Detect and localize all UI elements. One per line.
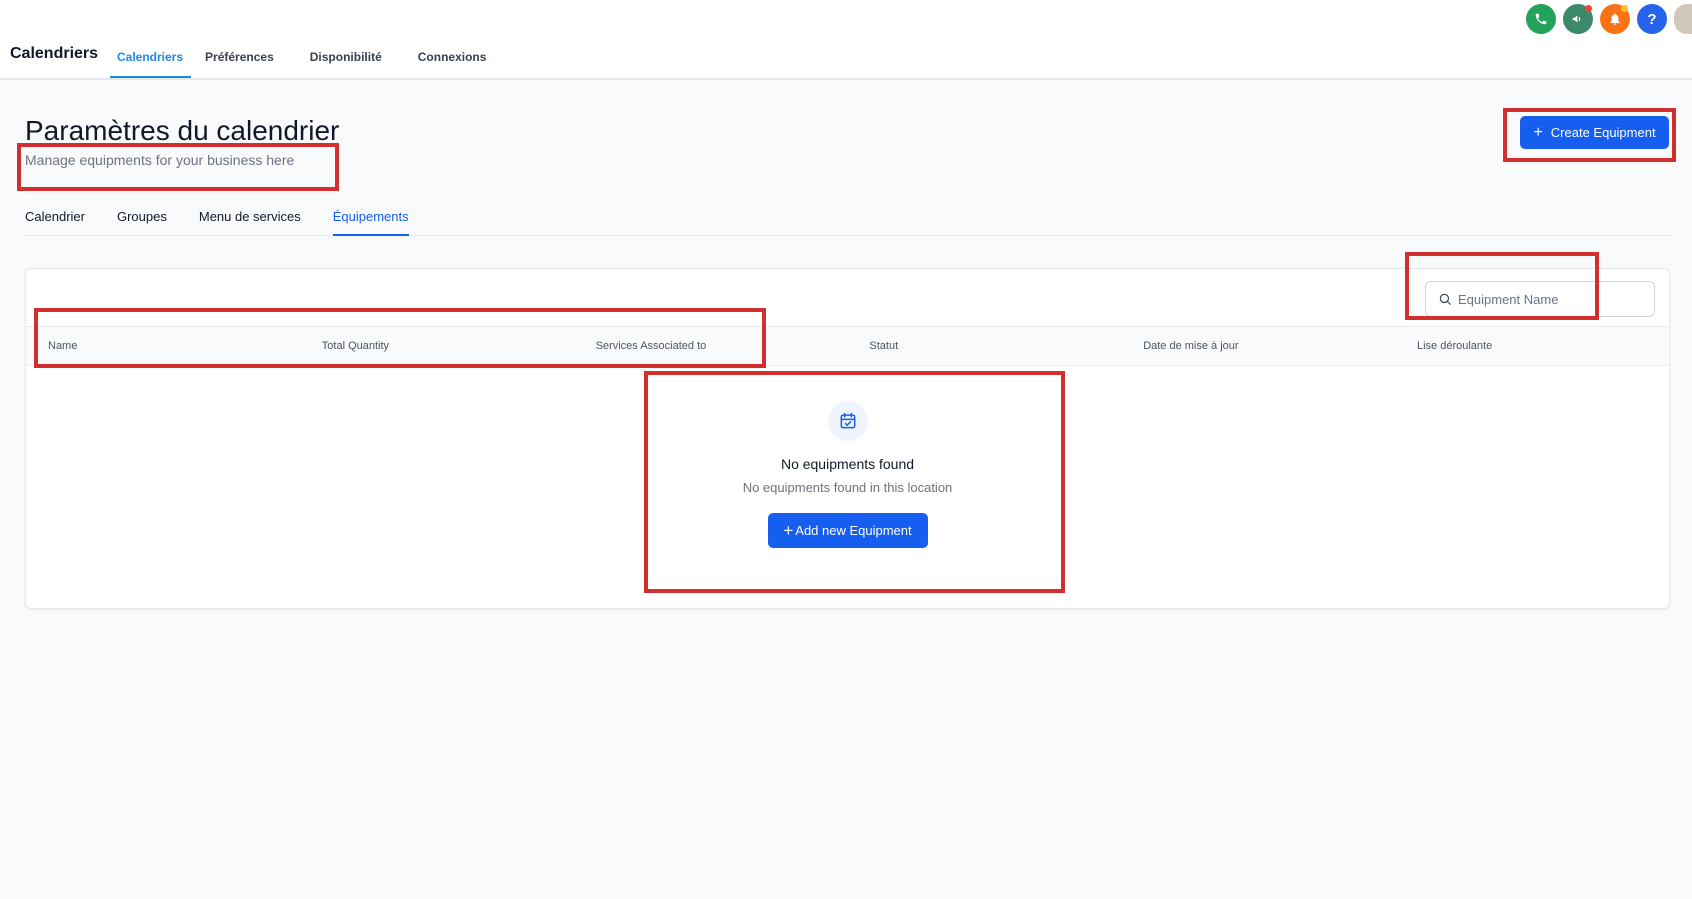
megaphone-icon[interactable] xyxy=(1563,4,1593,34)
settings-tabs: Calendrier Groupes Menu de services Équi… xyxy=(25,200,1670,236)
page-title: Paramètres du calendrier xyxy=(25,115,340,146)
search-icon xyxy=(1439,293,1451,305)
tab-connexions[interactable]: Connexions xyxy=(410,44,495,78)
empty-state: No equipments found No equipments found … xyxy=(26,369,1669,548)
tab-disponibilite[interactable]: Disponibilité xyxy=(302,44,390,78)
table-header: Name Total Quantity Services Associated … xyxy=(26,326,1669,366)
column-services-associated[interactable]: Services Associated to xyxy=(574,340,848,352)
header-actions: ? xyxy=(1519,4,1692,34)
column-statut[interactable]: Statut xyxy=(847,340,1121,352)
notification-dot xyxy=(1585,5,1592,12)
bell-icon[interactable] xyxy=(1600,4,1630,34)
column-date-mise-a-jour[interactable]: Date de mise à jour xyxy=(1121,340,1395,352)
plus-icon: + xyxy=(783,521,794,540)
tab-groupes[interactable]: Groupes xyxy=(117,200,167,236)
top-navigation-bar: Calendriers Calendriers Préférences Disp… xyxy=(0,0,1692,80)
empty-state-subtitle: No equipments found in this location xyxy=(742,480,953,495)
column-total-quantity[interactable]: Total Quantity xyxy=(300,340,574,352)
help-icon[interactable]: ? xyxy=(1637,4,1667,34)
avatar[interactable] xyxy=(1674,4,1692,34)
tab-preferences[interactable]: Préférences xyxy=(197,44,282,78)
tab-calendrier[interactable]: Calendrier xyxy=(25,200,85,236)
notification-dot xyxy=(1621,5,1628,12)
page-subtitle: Manage equipments for your business here xyxy=(25,152,295,168)
column-liste-deroulante[interactable]: Lise déroulante xyxy=(1395,340,1669,352)
top-tabs: Calendriers Préférences Disponibilité Co… xyxy=(110,44,514,78)
calendar-check-icon xyxy=(827,401,868,441)
add-new-equipment-button[interactable]: + Add new Equipment xyxy=(767,513,928,548)
tab-equipements[interactable]: Équipements xyxy=(332,200,409,236)
create-equipment-label: Create Equipment xyxy=(1550,125,1656,140)
plus-icon: + xyxy=(1533,123,1543,141)
equipments-card: Name Total Quantity Services Associated … xyxy=(25,268,1670,609)
app-title: Calendriers xyxy=(10,45,99,62)
column-name[interactable]: Name xyxy=(26,340,300,352)
empty-state-title: No equipments found xyxy=(780,456,915,472)
create-equipment-button[interactable]: + Create Equipment xyxy=(1520,116,1669,149)
add-new-equipment-label: Add new Equipment xyxy=(795,523,912,538)
phone-icon[interactable] xyxy=(1526,4,1556,34)
tab-menu-de-services[interactable]: Menu de services xyxy=(199,200,301,236)
search-input[interactable] xyxy=(1458,291,1638,307)
tab-calendriers[interactable]: Calendriers xyxy=(110,44,192,78)
search-field[interactable] xyxy=(1425,281,1655,317)
